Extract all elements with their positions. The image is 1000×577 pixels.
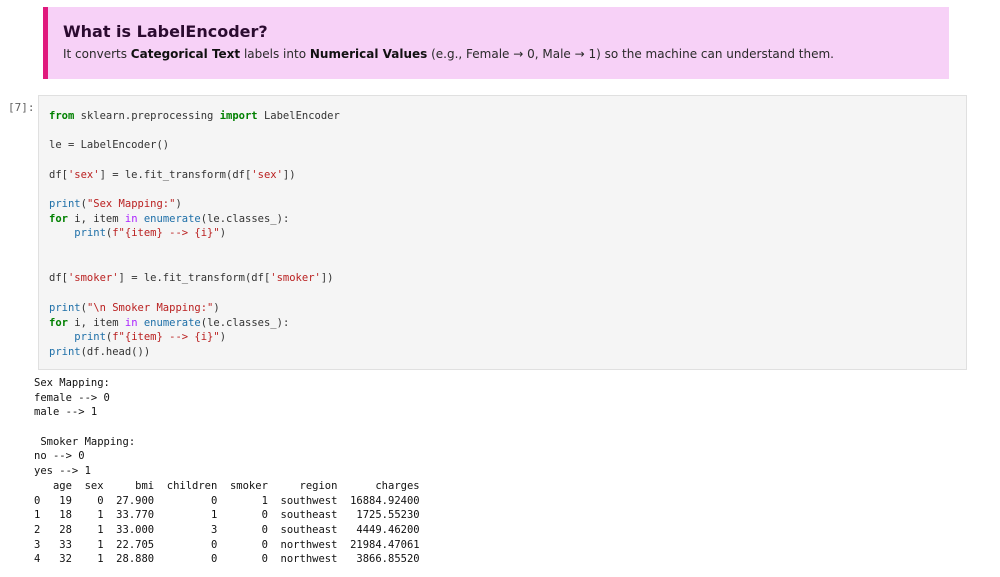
table-header-row: age sex bmi children smoker region charg…	[34, 480, 420, 492]
code-line-1: from sklearn.preprocessing import LabelE…	[49, 110, 340, 122]
output-line: female --> 0	[34, 392, 110, 404]
code-line-9: for i, item in enumerate(le.classes_):	[49, 317, 290, 329]
code-line-11: print(df.head())	[49, 346, 151, 358]
code-line-5: for i, item in enumerate(le.classes_):	[49, 213, 290, 225]
output-line: Smoker Mapping:	[34, 436, 136, 448]
code-line-8: print("\n Smoker Mapping:")	[49, 302, 220, 314]
callout-bold-categorical: Categorical Text	[130, 47, 241, 61]
code-cell-editor[interactable]: from sklearn.preprocessing import LabelE…	[38, 95, 967, 370]
cell-execution-count: [7]:	[8, 101, 35, 114]
code-line-10: print(f"{item} --> {i}")	[74, 331, 227, 343]
code-line-7: df['smoker'] = le.fit_transform(df['smok…	[49, 272, 334, 284]
info-callout: What is LabelEncoder? It converts Catego…	[43, 7, 949, 79]
table-row: 4 32 1 28.880 0 0 northwest 3866.85520	[34, 553, 420, 565]
code-line-6: print(f"{item} --> {i}")	[74, 227, 227, 239]
table-row: 1 18 1 33.770 1 0 southeast 1725.55230	[34, 509, 420, 521]
table-row: 2 28 1 33.000 3 0 southeast 4449.46200	[34, 524, 420, 536]
output-line: Sex Mapping:	[34, 377, 110, 389]
code-line-2: le = LabelEncoder()	[49, 139, 170, 151]
code-line-4: print("Sex Mapping:")	[49, 198, 182, 210]
callout-title: What is LabelEncoder?	[63, 22, 268, 41]
output-line: male --> 1	[34, 406, 98, 418]
table-row: 0 19 0 27.900 0 1 southwest 16884.92400	[34, 495, 420, 507]
output-line: yes --> 1	[34, 465, 91, 477]
table-row: 3 33 1 22.705 0 0 northwest 21984.47061	[34, 539, 420, 551]
callout-bold-numerical: Numerical Values	[309, 47, 428, 61]
code-line-3: df['sex'] = le.fit_transform(df['sex'])	[49, 169, 296, 181]
callout-body: It converts Categorical Text labels into…	[63, 47, 834, 61]
output-line: no --> 0	[34, 450, 85, 462]
